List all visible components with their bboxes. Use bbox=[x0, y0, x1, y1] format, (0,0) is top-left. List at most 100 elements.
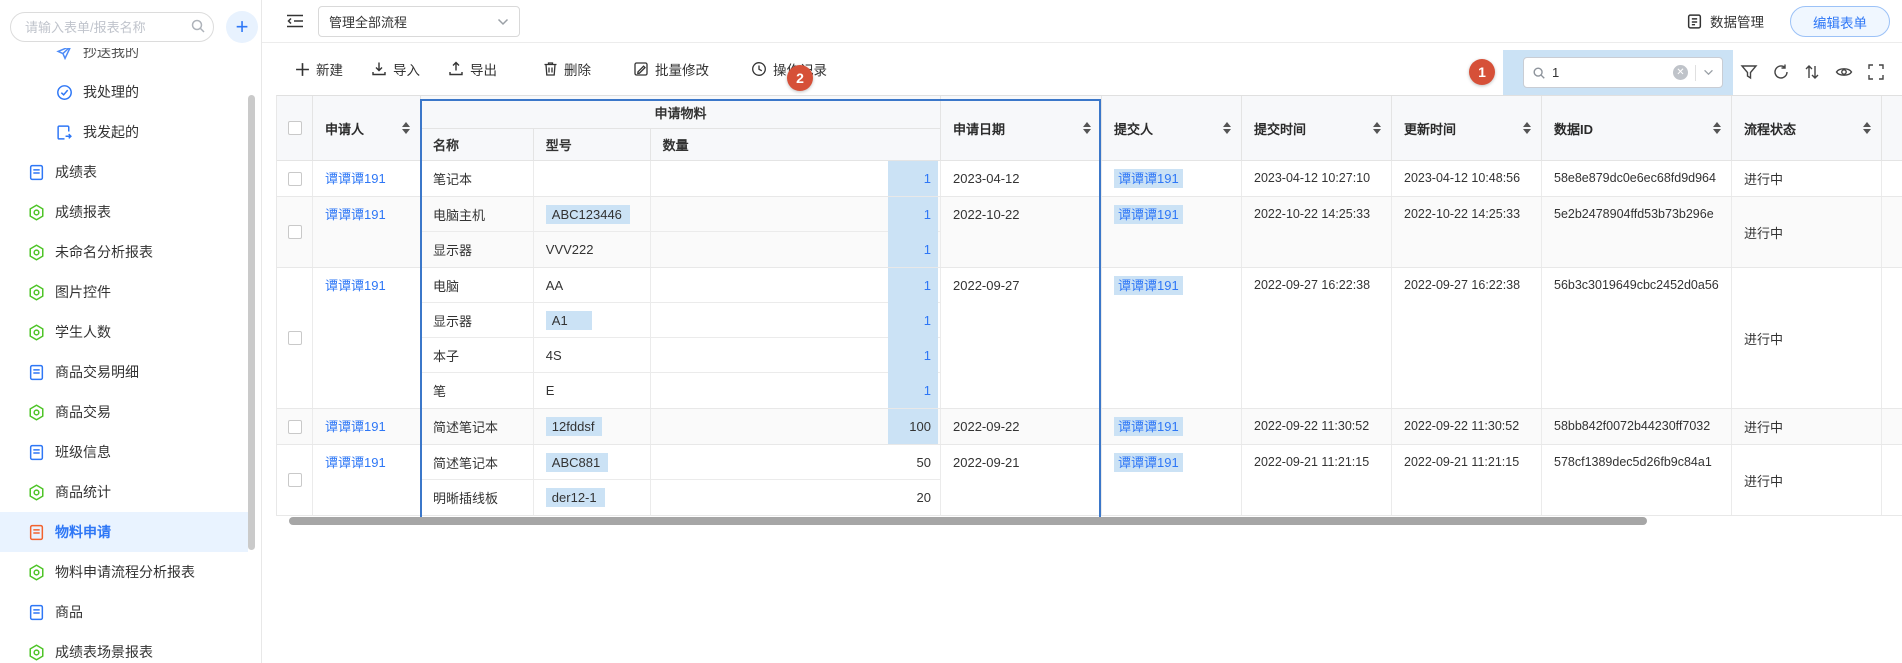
sidebar-item-form-product[interactable]: 商品 bbox=[0, 592, 248, 632]
row-checkbox[interactable] bbox=[288, 331, 302, 345]
sort-icon[interactable] bbox=[1863, 122, 1871, 134]
edit-form-button[interactable]: 编辑表单 bbox=[1790, 6, 1890, 37]
form-doc-icon bbox=[28, 164, 45, 181]
submitter-link[interactable]: 谭谭谭191 bbox=[1114, 205, 1183, 224]
col-header-submit-time[interactable]: 提交时间 bbox=[1242, 96, 1392, 160]
topbar: 管理全部流程 数据管理 编辑表单 bbox=[262, 0, 1902, 43]
select-all-checkbox[interactable] bbox=[288, 121, 302, 135]
flow-scope-select[interactable]: 管理全部流程 bbox=[318, 6, 520, 37]
applicant-link[interactable]: 谭谭谭191 bbox=[325, 419, 386, 434]
filter-icon[interactable] bbox=[1740, 63, 1758, 81]
sidebar-item-form-scores[interactable]: 成绩表 bbox=[0, 152, 248, 192]
sidebar-item-report-product-stats[interactable]: 商品统计 bbox=[0, 472, 248, 512]
col-header-apply-date[interactable]: 申请日期 bbox=[941, 96, 1102, 160]
trash-icon bbox=[543, 61, 558, 77]
clear-search-icon[interactable]: ✕ bbox=[1673, 65, 1688, 80]
data-manage-button[interactable]: 数据管理 bbox=[1686, 11, 1764, 31]
col-header-item-qty[interactable]: 数量 bbox=[651, 129, 940, 160]
item-model-cell: E bbox=[534, 373, 651, 408]
sidebar-item-report-scores[interactable]: 成绩报表 bbox=[0, 192, 248, 232]
collapse-sidebar-icon[interactable] bbox=[286, 13, 304, 29]
item-qty-cell: 1 bbox=[651, 232, 940, 267]
sidebar-item-report-unnamed-analysis[interactable]: 未命名分析报表 bbox=[0, 232, 248, 272]
chevron-down-icon[interactable] bbox=[1703, 69, 1714, 76]
sort-icon[interactable] bbox=[1373, 122, 1381, 134]
sort-icon[interactable] bbox=[1223, 122, 1231, 134]
import-button[interactable]: 导入 bbox=[371, 59, 420, 79]
sidebar-item-form-material-request[interactable]: 物料申请 bbox=[0, 512, 248, 552]
report-icon bbox=[28, 484, 45, 501]
col-header-data-id[interactable]: 数据ID bbox=[1542, 96, 1732, 160]
item-qty-cell: 1 bbox=[651, 373, 940, 408]
sort-icon[interactable] bbox=[1713, 122, 1721, 134]
submit-time-cell: 2022-10-22 14:25:33 bbox=[1242, 197, 1392, 267]
apply-date-cell: 2023-04-12 bbox=[941, 161, 1102, 196]
sidebar-search-input[interactable] bbox=[10, 12, 214, 42]
item-name-cell: 电脑主机 bbox=[421, 197, 534, 231]
sidebar-item-report-material-flow-analysis[interactable]: 物料申请流程分析报表 bbox=[0, 552, 248, 592]
export-icon bbox=[448, 61, 464, 77]
sort-icon[interactable] bbox=[402, 122, 410, 134]
grid-search-input[interactable] bbox=[1552, 65, 1673, 80]
chevron-down-icon bbox=[497, 18, 509, 26]
group-header-label: 申请物料 bbox=[421, 96, 940, 129]
row-checkbox[interactable] bbox=[288, 473, 302, 487]
row-checkbox[interactable] bbox=[288, 225, 302, 239]
sort-icon[interactable] bbox=[1803, 63, 1821, 81]
sidebar-item-form-class-info[interactable]: 班级信息 bbox=[0, 432, 248, 472]
annotation-badge-2: 2 bbox=[787, 65, 813, 91]
submitter-link[interactable]: 谭谭谭191 bbox=[1114, 453, 1183, 472]
delete-button[interactable]: 删除 bbox=[543, 59, 591, 79]
search-icon bbox=[1532, 66, 1546, 80]
sort-icon[interactable] bbox=[1083, 122, 1091, 134]
horizontal-scrollbar[interactable] bbox=[289, 517, 1647, 525]
fullscreen-icon[interactable] bbox=[1867, 63, 1885, 81]
row-checkbox[interactable] bbox=[288, 420, 302, 434]
edit-doc-icon bbox=[633, 61, 649, 77]
sort-icon[interactable] bbox=[1523, 122, 1531, 134]
export-button[interactable]: 导出 bbox=[448, 59, 497, 79]
col-header-item-model[interactable]: 型号 bbox=[534, 129, 651, 160]
data-id-cell: 58e8e879dc0e6ec68fd9d964 bbox=[1542, 161, 1732, 196]
sidebar-scrollbar[interactable] bbox=[248, 95, 255, 550]
sidebar-item-report-student-count[interactable]: 学生人数 bbox=[0, 312, 248, 352]
applicant-link[interactable]: 谭谭谭191 bbox=[325, 455, 386, 470]
data-id-cell: 56b3c3019649cbc2452d0a56 bbox=[1542, 268, 1732, 408]
sidebar-item-started-by-me[interactable]: 我发起的 bbox=[0, 112, 248, 152]
applicant-link[interactable]: 谭谭谭191 bbox=[325, 278, 386, 293]
item-model-cell: ABC123446 bbox=[534, 197, 651, 231]
form-doc-icon bbox=[28, 364, 45, 381]
new-record-button[interactable]: 新建 bbox=[295, 59, 343, 79]
grid-search-box[interactable]: ✕ bbox=[1523, 57, 1723, 88]
col-header-submitter[interactable]: 提交人 bbox=[1102, 96, 1242, 160]
sidebar-item-report-scores-scene[interactable]: 成绩表场景报表 bbox=[0, 632, 248, 663]
add-form-button[interactable]: + bbox=[226, 11, 258, 43]
report-icon bbox=[28, 204, 45, 221]
submit-time-cell: 2022-09-21 11:21:15 bbox=[1242, 445, 1392, 515]
form-doc-icon bbox=[28, 524, 45, 541]
col-header-status[interactable]: 流程状态 bbox=[1732, 96, 1882, 160]
col-header-update-time[interactable]: 更新时间 bbox=[1392, 96, 1542, 160]
visibility-icon[interactable] bbox=[1835, 63, 1853, 81]
batch-edit-button[interactable]: 批量修改 bbox=[633, 59, 709, 79]
item-model-cell bbox=[534, 161, 651, 196]
item-qty-cell: 1 bbox=[651, 303, 940, 337]
applicant-link[interactable]: 谭谭谭191 bbox=[325, 207, 386, 222]
status-cell: 进行中 bbox=[1732, 161, 1882, 196]
sidebar-item-form-trade-detail[interactable]: 商品交易明细 bbox=[0, 352, 248, 392]
submitter-link[interactable]: 谭谭谭191 bbox=[1114, 417, 1183, 436]
submitter-link[interactable]: 谭谭谭191 bbox=[1114, 169, 1183, 188]
refresh-icon[interactable] bbox=[1772, 63, 1790, 81]
item-name-cell: 明晰插线板 bbox=[421, 480, 534, 515]
sidebar-item-handled-by-me[interactable]: 我处理的 bbox=[0, 72, 248, 112]
sidebar-item-report-trade[interactable]: 商品交易 bbox=[0, 392, 248, 432]
col-header-item-name[interactable]: 名称 bbox=[421, 129, 534, 160]
submitter-link[interactable]: 谭谭谭191 bbox=[1114, 276, 1183, 295]
sidebar-item-report-image-widget[interactable]: 图片控件 bbox=[0, 272, 248, 312]
applicant-link[interactable]: 谭谭谭191 bbox=[325, 171, 386, 186]
item-qty-cell: 1 bbox=[651, 161, 940, 196]
sidebar-item-cc-to-me[interactable]: 抄送我的 bbox=[0, 48, 248, 72]
col-header-applicant[interactable]: 申请人 bbox=[313, 96, 421, 160]
row-checkbox[interactable] bbox=[288, 172, 302, 186]
col-group-materials: 申请物料 名称 型号 数量 bbox=[421, 96, 941, 160]
